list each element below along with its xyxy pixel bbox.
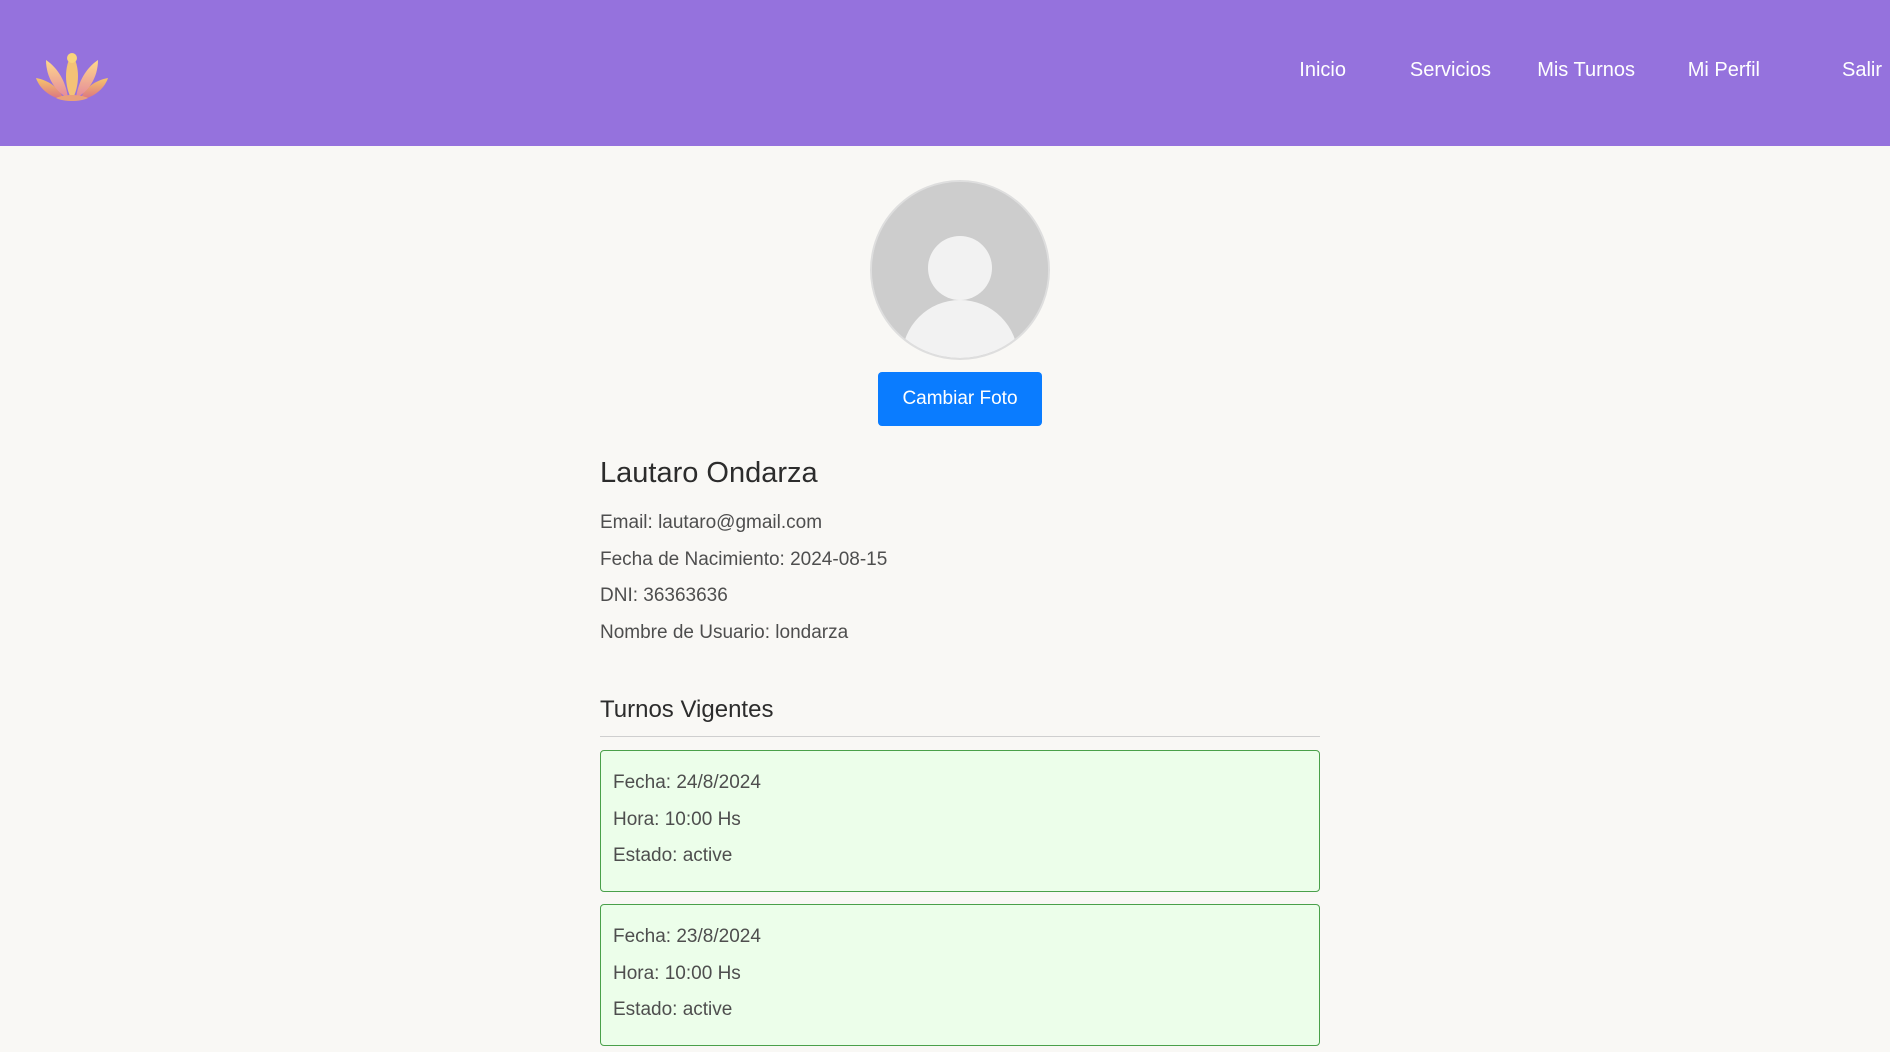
lotus-logo-icon[interactable] [34,48,110,102]
default-user-avatar-icon [870,180,1050,360]
appointment-card: Fecha: 23/8/2024 Hora: 10:00 Hs Estado: … [600,904,1320,1046]
change-photo-button[interactable]: Cambiar Foto [878,372,1042,426]
user-name: Lautaro Ondarza [600,457,818,489]
appointment-time: Hora: 10:00 Hs [613,809,741,830]
appointment-date: Fecha: 23/8/2024 [613,926,761,947]
nav-salir[interactable]: Salir [1842,59,1882,82]
navbar: Inicio Servicios Mis Turnos Mi Perfil Sa… [0,0,1890,146]
appointments-title: Turnos Vigentes [600,696,774,723]
nav-mis-turnos[interactable]: Mis Turnos [1537,59,1635,82]
username-info: Nombre de Usuario: londarza [600,622,849,643]
appointment-time: Hora: 10:00 Hs [613,963,741,984]
section-divider [600,736,1320,737]
appointment-date: Fecha: 24/8/2024 [613,772,761,793]
appointment-status: Estado: active [613,845,733,866]
email-info: Email: lautaro@gmail.com [600,512,823,533]
appointment-card: Fecha: 24/8/2024 Hora: 10:00 Hs Estado: … [600,750,1320,892]
nav-mi-perfil[interactable]: Mi Perfil [1688,59,1760,82]
nav-servicios[interactable]: Servicios [1410,59,1491,82]
birthdate-info: Fecha de Nacimiento: 2024-08-15 [600,549,888,570]
dni-info: DNI: 36363636 [600,585,728,606]
nav-inicio[interactable]: Inicio [1299,59,1346,82]
appointment-status: Estado: active [613,999,733,1020]
